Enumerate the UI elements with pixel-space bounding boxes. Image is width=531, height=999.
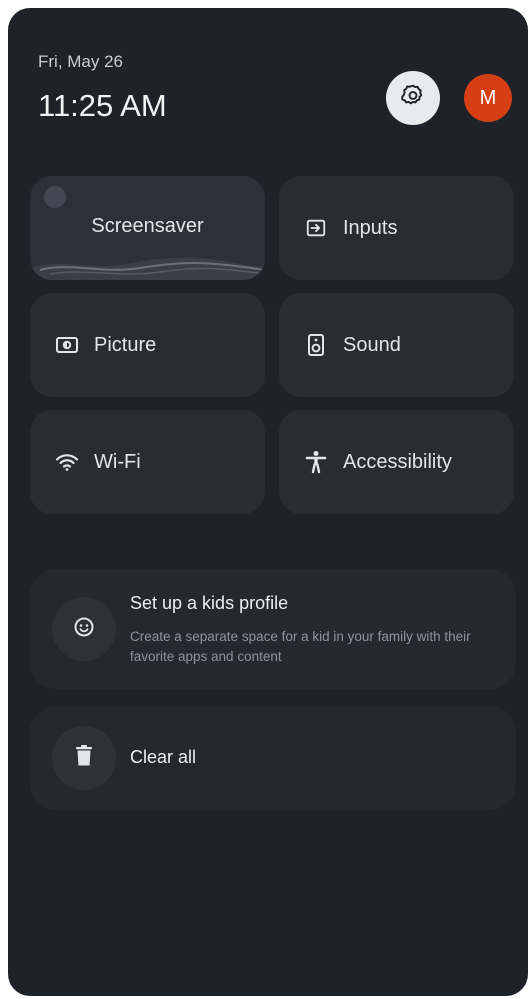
picture-label: Picture bbox=[94, 333, 157, 356]
screensaver-tile[interactable]: Screensaver bbox=[30, 176, 265, 280]
clear-all-card[interactable]: Clear all bbox=[30, 706, 516, 810]
accessibility-icon bbox=[303, 449, 329, 475]
kids-profile-description: Create a separate space for a kid in you… bbox=[130, 629, 471, 664]
kids-face-icon bbox=[73, 616, 95, 643]
accessibility-label: Accessibility bbox=[343, 450, 452, 473]
clear-all-label: Clear all bbox=[130, 747, 197, 767]
clear-all-icon-circle bbox=[52, 726, 116, 790]
screensaver-dot bbox=[44, 186, 66, 208]
screensaver-label: Screensaver bbox=[91, 214, 204, 237]
picture-icon bbox=[54, 332, 80, 358]
quick-settings-panel: Fri, May 26 11:25 AM M Screensaver Input… bbox=[8, 8, 528, 996]
date-label: Fri, May 26 bbox=[38, 52, 124, 71]
kids-profile-card[interactable]: Set up a kids profile Create a separate … bbox=[30, 569, 516, 689]
picture-tile[interactable]: Picture bbox=[30, 293, 265, 397]
kids-profile-title: Set up a kids profile bbox=[130, 593, 289, 613]
wifi-label: Wi-Fi bbox=[94, 450, 141, 473]
trash-icon bbox=[75, 744, 93, 772]
wifi-icon bbox=[54, 449, 80, 475]
sound-label: Sound bbox=[343, 333, 401, 356]
screensaver-wave-graphic bbox=[30, 257, 265, 280]
wifi-tile[interactable]: Wi-Fi bbox=[30, 410, 265, 514]
time-label: 11:25 AM bbox=[38, 88, 167, 123]
kids-profile-icon-circle bbox=[52, 597, 116, 661]
accessibility-tile[interactable]: Accessibility bbox=[279, 410, 514, 514]
settings-button[interactable] bbox=[386, 71, 440, 125]
gear-icon bbox=[400, 83, 426, 114]
inputs-tile[interactable]: Inputs bbox=[279, 176, 514, 280]
input-icon bbox=[303, 215, 329, 241]
avatar[interactable]: M bbox=[464, 74, 512, 122]
speaker-icon bbox=[303, 332, 329, 358]
sound-tile[interactable]: Sound bbox=[279, 293, 514, 397]
inputs-label: Inputs bbox=[343, 216, 398, 239]
